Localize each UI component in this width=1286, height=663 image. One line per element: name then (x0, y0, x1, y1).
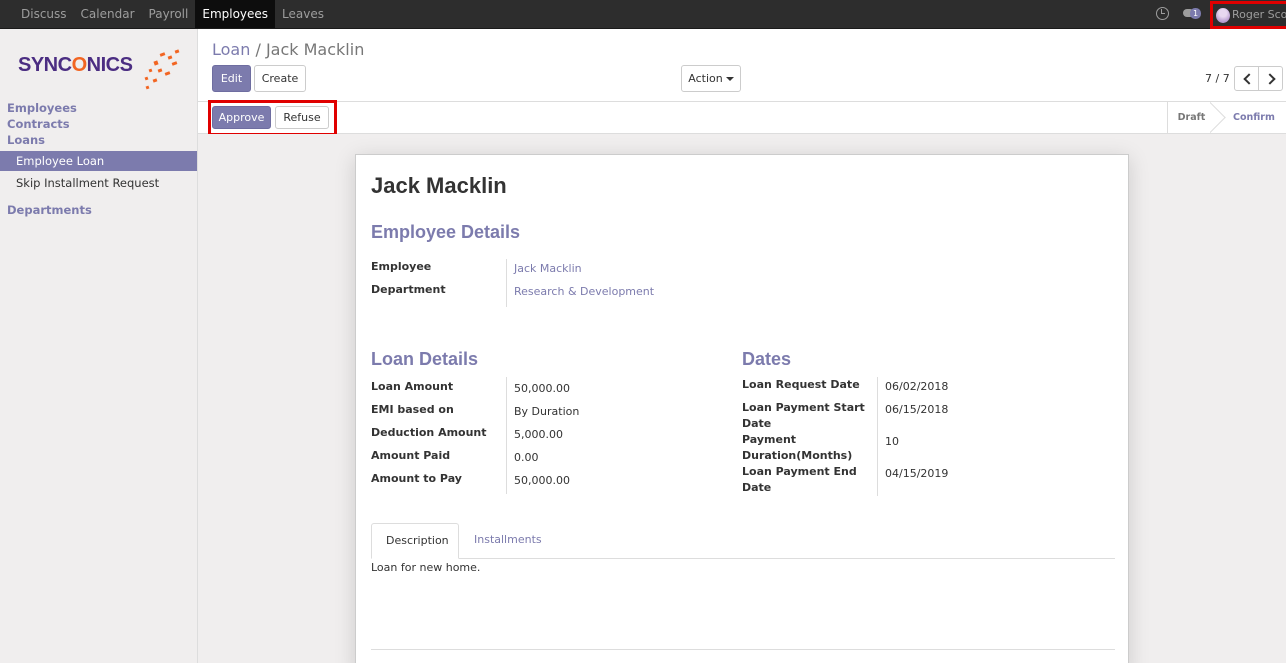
user-menu[interactable]: Roger Scott (1210, 1, 1286, 29)
message-count-badge: 1 (1190, 8, 1202, 19)
edit-button[interactable]: Edit (212, 65, 251, 92)
menu-payroll[interactable]: Payroll (142, 0, 196, 28)
form-sheet: Jack Macklin Employee Details Employee J… (355, 154, 1129, 663)
status-bar: Draft Confirm (198, 101, 1286, 134)
dates-heading: Dates (742, 349, 792, 369)
record-title: Jack Macklin (371, 173, 507, 198)
chevron-left-icon[interactable] (1234, 66, 1259, 91)
stage-draft[interactable]: Draft (1167, 102, 1215, 133)
app-menu: Discuss Calendar Payroll Employees Leave… (14, 0, 331, 28)
highlight-box (208, 100, 337, 136)
logo-wordmark: SYNCONICS (18, 54, 133, 76)
menu-leaves[interactable]: Leaves (275, 0, 331, 28)
payment-start-date-label: Loan Payment Start Date (742, 401, 865, 430)
sidebar-item-employee-loan[interactable]: Employee Loan (0, 151, 197, 171)
breadcrumb-current: Jack Macklin (265, 40, 365, 59)
avatar (1216, 8, 1230, 23)
amount-paid-value: 0.00 (514, 451, 539, 464)
sidebar-item-skip-installment[interactable]: Skip Installment Request (0, 173, 197, 193)
payment-end-date-value: 04/15/2019 (885, 467, 949, 480)
menu-discuss[interactable]: Discuss (14, 0, 74, 28)
employee-label: Employee (371, 260, 432, 273)
loan-amount-value: 50,000.00 (514, 382, 570, 395)
activity-clock-icon[interactable] (1156, 7, 1169, 20)
department-label: Department (371, 283, 446, 296)
caret-down-icon (725, 77, 734, 81)
payment-duration-value: 10 (885, 435, 899, 448)
top-navbar: Discuss Calendar Payroll Employees Leave… (0, 0, 1286, 29)
action-dropdown[interactable]: Action (681, 65, 741, 92)
loan-request-date-value: 06/02/2018 (885, 380, 949, 393)
payment-duration-label: Payment Duration(Months) (742, 433, 853, 462)
notebook-tabs: Description Installments (371, 523, 1115, 559)
stage-confirm[interactable]: Confirm (1215, 102, 1286, 133)
chevron-right-icon[interactable] (1258, 66, 1283, 91)
employee-details-heading: Employee Details (371, 222, 521, 242)
breadcrumb: Loan / Jack Macklin (212, 40, 364, 59)
payment-start-date-value: 06/15/2018 (885, 403, 949, 416)
tab-installments[interactable]: Installments (460, 523, 556, 559)
company-logo: SYNCONICS (18, 49, 188, 94)
loan-amount-label: Loan Amount (371, 380, 454, 393)
emi-based-label: EMI based on (371, 403, 454, 416)
amount-to-pay-label: Amount to Pay (371, 472, 462, 485)
tab-description[interactable]: Description (371, 523, 459, 559)
create-button[interactable]: Create (254, 65, 306, 92)
loan-details-heading: Loan Details (371, 349, 479, 369)
description-text: Loan for new home. (371, 561, 481, 574)
emi-based-value: By Duration (514, 405, 580, 418)
loan-request-date-label: Loan Request Date (742, 378, 860, 391)
section-employees[interactable]: Employees (7, 101, 77, 115)
breadcrumb-separator: / (255, 40, 261, 59)
pager-value[interactable]: 7 / 7 (1205, 72, 1230, 85)
action-label: Action (688, 72, 723, 85)
section-loans[interactable]: Loans (7, 133, 45, 147)
amount-paid-label: Amount Paid (371, 449, 451, 462)
deduction-amount-value: 5,000.00 (514, 428, 563, 441)
menu-employees[interactable]: Employees (195, 0, 276, 28)
department-value[interactable]: Research & Development (514, 285, 654, 298)
payment-end-date-label: Loan Payment End Date (742, 465, 857, 494)
breadcrumb-parent[interactable]: Loan (212, 40, 250, 59)
deduction-amount-label: Deduction Amount (371, 426, 487, 439)
section-contracts[interactable]: Contracts (7, 117, 70, 131)
menu-calendar[interactable]: Calendar (74, 0, 142, 28)
employee-value[interactable]: Jack Macklin (514, 262, 582, 275)
amount-to-pay-value: 50,000.00 (514, 474, 570, 487)
user-name: Roger Scott (1232, 8, 1286, 21)
sidebar: SYNCONICS Employees Contracts Loans Empl… (0, 29, 198, 663)
section-departments[interactable]: Departments (7, 203, 92, 217)
